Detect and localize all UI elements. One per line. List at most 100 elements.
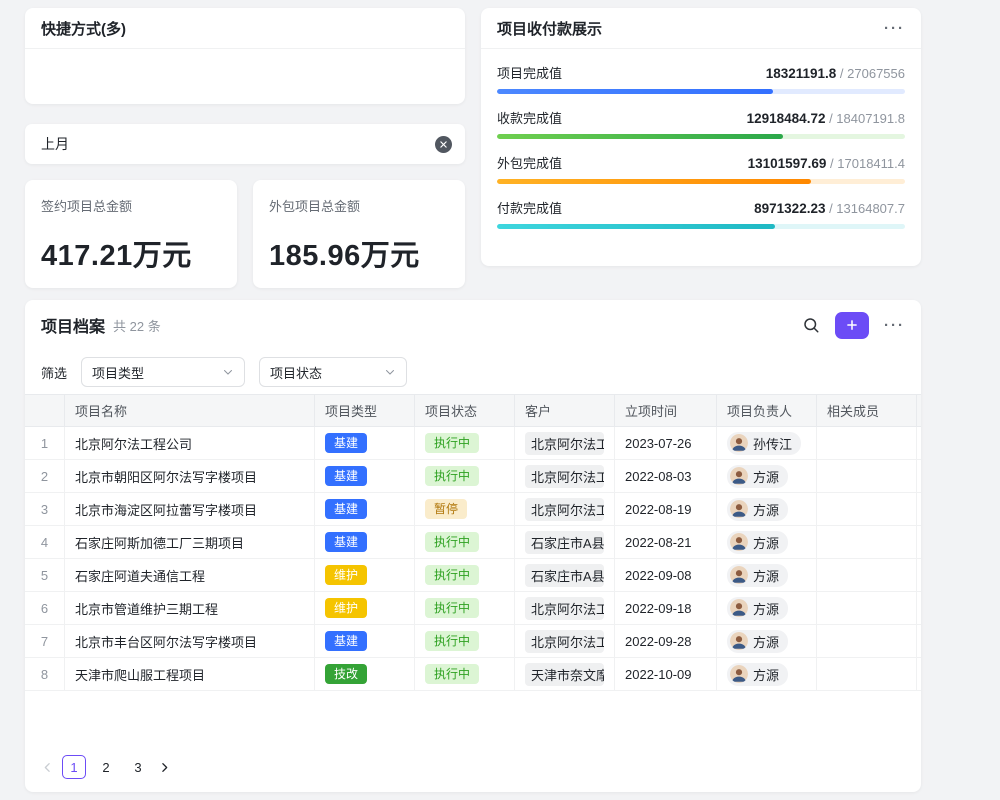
cell-start-date[interactable]: 2022-08-03 [615,460,717,492]
project-table: 项目名称项目类型项目状态客户立项时间项目负责人相关成员 1北京阿尔法工程公司基建… [25,394,921,691]
cell-members[interactable] [817,493,917,525]
cell-project-type[interactable]: 维护 [315,592,415,624]
cell-owner[interactable]: 孙传江 [717,427,817,459]
table-row[interactable]: 3北京市海淀区阿拉蕾写字楼项目基建暂停北京阿尔法工2022-08-19方源 [25,493,921,526]
progress-row: 收款完成值12918484.72 / 18407191.8 [497,108,905,139]
table-row[interactable]: 6北京市管道维护三期工程维护执行中北京阿尔法工2022-09-18方源 [25,592,921,625]
payments-card-title: 项目收付款展示 [497,18,602,39]
cell-owner[interactable]: 方源 [717,493,817,525]
cell-customer[interactable]: 北京阿尔法工 [515,493,615,525]
cell-project-type[interactable]: 技改 [315,658,415,690]
cell-project-type[interactable]: 基建 [315,493,415,525]
column-header[interactable]: 项目名称 [65,395,315,426]
cell-start-date[interactable]: 2022-09-18 [615,592,717,624]
stat-card-signed-total: 签约项目总金额 417.21万元 [25,180,237,288]
cell-owner[interactable]: 方源 [717,460,817,492]
cell-owner[interactable]: 方源 [717,658,817,690]
cell-project-name[interactable]: 石家庄阿道夫通信工程 [65,559,315,591]
table-row[interactable]: 8天津市爬山服工程项目技改执行中天津市奈文摩2022-10-09方源 [25,658,921,691]
cell-project-name[interactable]: 北京市管道维护三期工程 [65,592,315,624]
cell-project-type[interactable]: 基建 [315,460,415,492]
progress-bar [497,89,905,94]
cell-project-name[interactable]: 北京市海淀区阿拉蕾写字楼项目 [65,493,315,525]
cell-start-date[interactable]: 2022-10-09 [615,658,717,690]
project-type-select[interactable]: 项目类型 [81,357,245,387]
column-header[interactable]: 项目负责人 [717,395,817,426]
column-header[interactable]: 相关成员 [817,395,917,426]
date-filter-value: 上月 [41,134,69,154]
cell-customer[interactable]: 石家庄市A县 [515,559,615,591]
cell-owner[interactable]: 方源 [717,526,817,558]
cell-start-date[interactable]: 2023-07-26 [615,427,717,459]
cell-project-name[interactable]: 北京阿尔法工程公司 [65,427,315,459]
cell-members[interactable] [817,592,917,624]
project-status-select[interactable]: 项目状态 [259,357,407,387]
cell-project-name[interactable]: 北京市朝阳区阿尔法写字楼项目 [65,460,315,492]
cell-project-status[interactable]: 执行中 [415,559,515,591]
cell-project-name[interactable]: 天津市爬山服工程项目 [65,658,315,690]
cell-customer[interactable]: 北京阿尔法工 [515,625,615,657]
column-header[interactable]: 立项时间 [615,395,717,426]
cell-customer[interactable]: 北京阿尔法工 [515,427,615,459]
cell-project-type[interactable]: 基建 [315,427,415,459]
date-filter-bar[interactable]: 上月 [25,124,465,164]
cell-members[interactable] [817,526,917,558]
more-menu-icon[interactable]: ··· [884,21,905,36]
table-row[interactable]: 4石家庄阿斯加德工厂三期项目基建执行中石家庄市A县2022-08-21方源 [25,526,921,559]
cell-project-name[interactable]: 北京市丰台区阿尔法写字楼项目 [65,625,315,657]
cell-customer[interactable]: 北京阿尔法工 [515,460,615,492]
prev-page-icon[interactable] [41,761,54,774]
page-button[interactable]: 1 [62,755,86,779]
table-row[interactable]: 1北京阿尔法工程公司基建执行中北京阿尔法工2023-07-26孙传江 [25,427,921,460]
next-page-icon[interactable] [158,761,171,774]
cell-members[interactable] [817,427,917,459]
cell-customer[interactable]: 北京阿尔法工 [515,592,615,624]
cell-owner[interactable]: 方源 [717,592,817,624]
progress-value: 18321191.8 / 27067556 [766,66,905,81]
cell-project-status[interactable]: 执行中 [415,658,515,690]
cell-project-type[interactable]: 基建 [315,526,415,558]
cell-customer[interactable]: 天津市奈文摩 [515,658,615,690]
avatar [730,500,748,518]
table-row[interactable]: 2北京市朝阳区阿尔法写字楼项目基建执行中北京阿尔法工2022-08-03方源 [25,460,921,493]
progress-bar [497,134,905,139]
cell-start-date[interactable]: 2022-09-28 [615,625,717,657]
cell-project-status[interactable]: 执行中 [415,460,515,492]
cell-project-status[interactable]: 执行中 [415,625,515,657]
column-header[interactable]: 客户 [515,395,615,426]
search-icon[interactable] [802,316,820,334]
cell-start-date[interactable]: 2022-08-19 [615,493,717,525]
cell-project-name[interactable]: 石家庄阿斯加德工厂三期项目 [65,526,315,558]
cell-customer[interactable]: 石家庄市A县 [515,526,615,558]
row-number: 1 [25,427,65,459]
cell-project-status[interactable]: 执行中 [415,427,515,459]
column-header[interactable]: 项目类型 [315,395,415,426]
table-row[interactable]: 5石家庄阿道夫通信工程维护执行中石家庄市A县2022-09-08方源 [25,559,921,592]
cell-members[interactable] [817,460,917,492]
cell-project-type[interactable]: 维护 [315,559,415,591]
table-row[interactable]: 7北京市丰台区阿尔法写字楼项目基建执行中北京阿尔法工2022-09-28方源 [25,625,921,658]
cell-start-date[interactable]: 2022-08-21 [615,526,717,558]
column-header[interactable]: 项目状态 [415,395,515,426]
payments-card-header: 项目收付款展示 ··· [481,8,921,49]
cell-owner[interactable]: 方源 [717,625,817,657]
cell-project-status[interactable]: 执行中 [415,526,515,558]
cell-members[interactable] [817,625,917,657]
cell-owner[interactable]: 方源 [717,559,817,591]
cell-members[interactable] [817,658,917,690]
cell-project-status[interactable]: 执行中 [415,592,515,624]
cell-members[interactable] [817,559,917,591]
progress-label: 项目完成值 [497,63,562,82]
cell-start-date[interactable]: 2022-09-08 [615,559,717,591]
add-record-button[interactable] [835,312,869,339]
page-button[interactable]: 2 [94,755,118,779]
pagination: 123 [41,755,171,779]
cell-project-type[interactable]: 基建 [315,625,415,657]
more-menu-icon[interactable]: ··· [884,318,905,333]
owner-name: 方源 [753,665,779,684]
clear-filter-icon[interactable] [435,136,452,153]
cell-project-status[interactable]: 暂停 [415,493,515,525]
progress-list: 项目完成值 18321191.8 / 27067556 收款完成值12918484.… [481,49,921,229]
page-button[interactable]: 3 [126,755,150,779]
owner-name: 方源 [753,467,779,486]
